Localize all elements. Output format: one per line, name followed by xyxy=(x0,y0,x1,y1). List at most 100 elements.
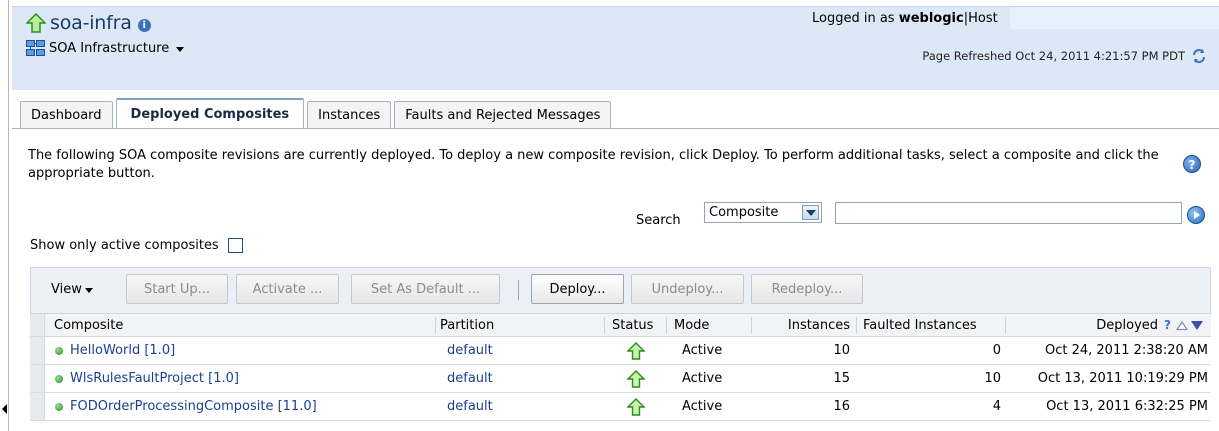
refresh-text: Page Refreshed Oct 24, 2011 4:21:57 PM P… xyxy=(922,49,1185,63)
tab-faults-and-rejected-messages[interactable]: Faults and Rejected Messages xyxy=(394,101,612,129)
status-cell xyxy=(627,393,645,420)
deployed-cell: Oct 13, 2011 10:19:29 PM xyxy=(1037,371,1208,386)
host-field xyxy=(1010,7,1219,29)
faulted-instances-cell: 4 xyxy=(992,399,1001,414)
faulted-instances-cell: 0 xyxy=(992,343,1001,358)
up-arrow-icon xyxy=(627,397,645,416)
column-header-instances[interactable]: Instances xyxy=(751,314,850,336)
show-active-label: Show only active composites xyxy=(30,238,219,253)
logged-in-label: Logged in as xyxy=(812,11,895,26)
status-dot-icon xyxy=(55,374,63,383)
partition-link[interactable]: default xyxy=(447,365,493,392)
mode-cell: Active xyxy=(682,343,723,358)
nav-menu-label: SOA Infrastructure xyxy=(49,40,170,56)
sort-controls: ? xyxy=(1164,318,1203,332)
composite-link[interactable]: HelloWorld [1.0] xyxy=(70,343,175,358)
instances-cell: 16 xyxy=(833,399,850,414)
column-separator xyxy=(435,317,436,334)
faulted-instances-cell: 10 xyxy=(984,371,1001,386)
status-dot-icon xyxy=(55,402,63,411)
partition-link[interactable]: default xyxy=(447,393,493,420)
refresh-icon[interactable] xyxy=(1191,48,1207,64)
column-header-faulted-instances[interactable]: Faulted Instances xyxy=(863,314,977,336)
table-row[interactable]: WlsRulesFaultProject [1.0] default Activ… xyxy=(30,365,1211,393)
column-header-deployed[interactable]: Deployed xyxy=(1096,318,1158,333)
chevron-down-icon xyxy=(84,288,93,293)
tab-instances[interactable]: Instances xyxy=(307,101,392,129)
composites-table: Composite Partition Status Mode Instance… xyxy=(30,314,1211,421)
table-row[interactable]: FODOrderProcessingComposite [11.0] defau… xyxy=(30,393,1211,421)
up-arrow-icon xyxy=(627,341,645,360)
search-label: Search xyxy=(636,213,681,228)
composite-link[interactable]: FODOrderProcessingComposite [11.0] xyxy=(70,399,317,414)
deployed-cell: Oct 13, 2011 6:32:25 PM xyxy=(1046,399,1208,414)
row-header[interactable] xyxy=(30,393,45,420)
row-header-column xyxy=(30,314,45,336)
composite-cell: FODOrderProcessingComposite [11.0] xyxy=(55,393,317,420)
composite-cell: HelloWorld [1.0] xyxy=(55,337,175,364)
search-select-value: Composite xyxy=(709,205,779,220)
go-icon[interactable] xyxy=(1187,206,1205,224)
composite-toolbar: View Start Up... Activate ... Set As Def… xyxy=(30,267,1211,314)
show-active-filter: Show only active composites xyxy=(30,238,243,253)
info-icon[interactable]: i xyxy=(137,18,151,32)
activate-button[interactable]: Activate ... xyxy=(236,274,339,304)
set-as-default-button[interactable]: Set As Default ... xyxy=(351,274,500,304)
user-name: weblogic xyxy=(898,11,964,26)
instances-cell: 15 xyxy=(833,371,850,386)
search-type-select[interactable]: Composite xyxy=(704,202,822,223)
partition-link[interactable]: default xyxy=(447,337,493,364)
composite-cell: WlsRulesFaultProject [1.0] xyxy=(55,365,239,392)
column-separator xyxy=(666,317,667,334)
redeploy-button[interactable]: Redeploy... xyxy=(751,274,863,304)
up-arrow-icon xyxy=(627,369,645,388)
column-header-composite[interactable]: Composite xyxy=(54,314,123,336)
search-input[interactable] xyxy=(835,202,1182,224)
start-up-button[interactable]: Start Up... xyxy=(126,274,228,304)
scroll-left-arrow-icon[interactable] xyxy=(2,404,7,414)
page-description: The following SOA composite revisions ar… xyxy=(28,148,1159,181)
mode-cell: Active xyxy=(682,399,723,414)
tab-deployed-composites[interactable]: Deployed Composites xyxy=(115,98,305,129)
column-separator xyxy=(856,317,857,334)
column-header-status[interactable]: Status xyxy=(612,314,653,336)
up-arrow-icon xyxy=(26,13,46,33)
tab-divider xyxy=(12,128,1219,129)
show-active-checkbox[interactable] xyxy=(227,238,243,253)
row-header[interactable] xyxy=(30,337,45,364)
help-icon[interactable]: ? xyxy=(1164,318,1171,332)
soa-infrastructure-icon xyxy=(26,40,45,56)
login-info: Logged in as weblogic|Host xyxy=(812,11,998,26)
deploy-button[interactable]: Deploy... xyxy=(531,274,624,304)
chevron-down-icon xyxy=(176,46,185,52)
instances-cell: 10 xyxy=(833,343,850,358)
toolbar-separator xyxy=(518,280,519,300)
undeploy-button[interactable]: Undeploy... xyxy=(631,274,744,304)
composite-link[interactable]: WlsRulesFaultProject [1.0] xyxy=(70,371,239,386)
table-header: Composite Partition Status Mode Instance… xyxy=(30,314,1211,337)
view-menu[interactable]: View xyxy=(51,282,93,297)
status-dot-icon xyxy=(55,346,63,355)
deployed-cell: Oct 24, 2011 2:38:20 AM xyxy=(1045,343,1208,358)
page-header: soa-infra i SOA Infrastructure Logged in… xyxy=(12,6,1219,90)
tab-bar: Dashboard Deployed Composites Instances … xyxy=(20,98,614,129)
dropdown-arrow-icon[interactable] xyxy=(802,205,819,220)
row-header[interactable] xyxy=(30,365,45,392)
sort-ascending-icon[interactable] xyxy=(1176,320,1188,330)
mode-cell: Active xyxy=(682,371,723,386)
soa-infrastructure-menu[interactable]: SOA Infrastructure xyxy=(26,40,185,56)
status-cell xyxy=(627,337,645,364)
column-header-mode[interactable]: Mode xyxy=(674,314,709,336)
status-cell xyxy=(627,365,645,392)
refresh-status: Page Refreshed Oct 24, 2011 4:21:57 PM P… xyxy=(922,48,1207,64)
left-scroll-edge[interactable] xyxy=(0,0,9,431)
view-menu-label: View xyxy=(51,282,82,297)
help-icon[interactable]: ? xyxy=(1183,155,1201,173)
column-header-partition[interactable]: Partition xyxy=(440,314,494,336)
column-header-deployed-area: Deployed ? xyxy=(1005,314,1203,336)
column-separator xyxy=(604,317,605,334)
sort-descending-icon[interactable] xyxy=(1191,320,1203,330)
table-row[interactable]: HelloWorld [1.0] default Active 10 0 Oct… xyxy=(30,337,1211,365)
tab-dashboard[interactable]: Dashboard xyxy=(20,101,113,129)
page-title: soa-infra xyxy=(50,12,132,34)
